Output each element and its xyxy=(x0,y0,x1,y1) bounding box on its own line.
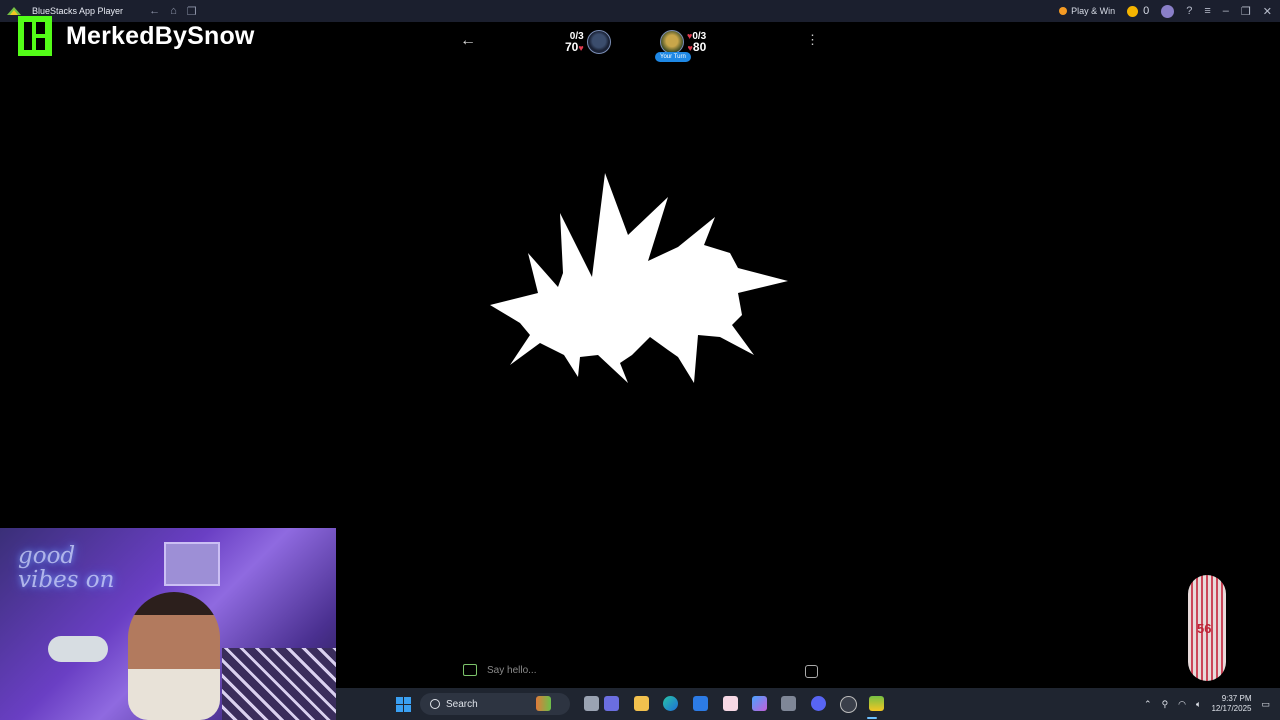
clock-time: 9:37 PM xyxy=(1221,694,1252,703)
more-options-icon[interactable]: ⋮ xyxy=(806,32,819,48)
file-explorer-icon[interactable] xyxy=(634,696,649,711)
streamer-person xyxy=(128,592,220,720)
minimize-icon[interactable]: – xyxy=(1223,5,1229,17)
restore-icon[interactable]: ❐ xyxy=(1241,5,1251,18)
play-win-label: Play & Win xyxy=(1071,6,1116,16)
obs-icon[interactable] xyxy=(840,696,857,713)
search-icon xyxy=(430,699,440,709)
store-icon[interactable] xyxy=(693,696,708,711)
webcam-window-ac xyxy=(164,542,220,586)
heart-icon: ♥ xyxy=(578,42,584,53)
player2-panel: ♥0/3 ♥80 xyxy=(660,30,706,54)
wifi-icon[interactable]: ◠ xyxy=(1178,699,1186,710)
player1-panel: 0/3 70♥ xyxy=(565,30,611,54)
play-win-icon xyxy=(1059,7,1068,15)
floating-promo-chip[interactable] xyxy=(1188,575,1226,681)
app-title: BlueStacks App Player xyxy=(32,6,124,16)
chat-input[interactable]: Say hello... xyxy=(487,665,536,676)
windows-start-icon[interactable] xyxy=(396,697,411,712)
chat-bar[interactable]: Say hello... xyxy=(463,664,536,676)
settings-icon[interactable] xyxy=(781,696,796,711)
coin-balance[interactable]: 0 xyxy=(1127,5,1149,17)
player1-hp: 70 xyxy=(565,39,579,54)
kick-logo-icon xyxy=(18,16,52,56)
notification-icon[interactable]: ▭ xyxy=(1261,699,1270,710)
close-icon[interactable]: ✕ xyxy=(1263,5,1272,18)
bluestacks-taskbar-icon[interactable] xyxy=(869,696,884,711)
your-turn-badge: Your Turn xyxy=(655,52,691,62)
zebra-blanket xyxy=(222,648,336,720)
streamer-overlay: MerkedBySnow xyxy=(18,16,255,56)
menu-icon[interactable]: ≡ xyxy=(1204,5,1210,17)
app-icon[interactable] xyxy=(723,696,738,711)
windows-taskbar: Search ⌃ ⚲ ◠ 🔈︎ 9:37 PM 12/17/2025 ▭ xyxy=(336,688,1280,720)
system-tray: ⌃ ⚲ ◠ 🔈︎ 9:37 PM 12/17/2025 ▭ xyxy=(1144,688,1270,720)
neon-sign: good vibes on xyxy=(18,543,115,593)
pokemon-silhouette xyxy=(490,173,788,383)
streamer-name: MerkedBySnow xyxy=(66,21,255,50)
coin-count: 0 xyxy=(1143,5,1150,17)
back-arrow-icon[interactable]: ← xyxy=(460,32,476,50)
webcam-feed: good vibes on xyxy=(0,528,336,720)
task-view-icon[interactable] xyxy=(584,696,599,711)
player2-hp: 80 xyxy=(692,40,707,54)
clock-date: 12/17/2025 xyxy=(1211,704,1252,713)
microphone xyxy=(48,636,108,662)
search-label: Search xyxy=(446,698,478,710)
clock[interactable]: 9:37 PM 12/17/2025 xyxy=(1211,694,1251,714)
play-win-button[interactable]: Play & Win xyxy=(1059,6,1115,16)
copilot-icon[interactable] xyxy=(752,696,767,711)
help-icon[interactable]: ? xyxy=(1186,5,1192,17)
sticker-icon[interactable] xyxy=(805,665,818,678)
discord-icon[interactable] xyxy=(811,696,826,711)
network-icon[interactable]: ⚲ xyxy=(1162,699,1169,710)
volume-icon[interactable]: 🔈︎ xyxy=(1196,699,1201,710)
teams-icon[interactable] xyxy=(604,696,619,711)
profile-avatar[interactable] xyxy=(1161,4,1175,18)
chat-icon xyxy=(463,664,477,676)
chevron-up-icon[interactable]: ⌃ xyxy=(1144,699,1152,710)
player2-avatar[interactable] xyxy=(660,30,684,54)
widgets-icon[interactable] xyxy=(536,696,551,711)
player1-avatar[interactable] xyxy=(586,30,611,54)
coin-icon xyxy=(1127,5,1139,17)
active-indicator xyxy=(867,717,877,719)
edge-icon[interactable] xyxy=(663,696,678,711)
